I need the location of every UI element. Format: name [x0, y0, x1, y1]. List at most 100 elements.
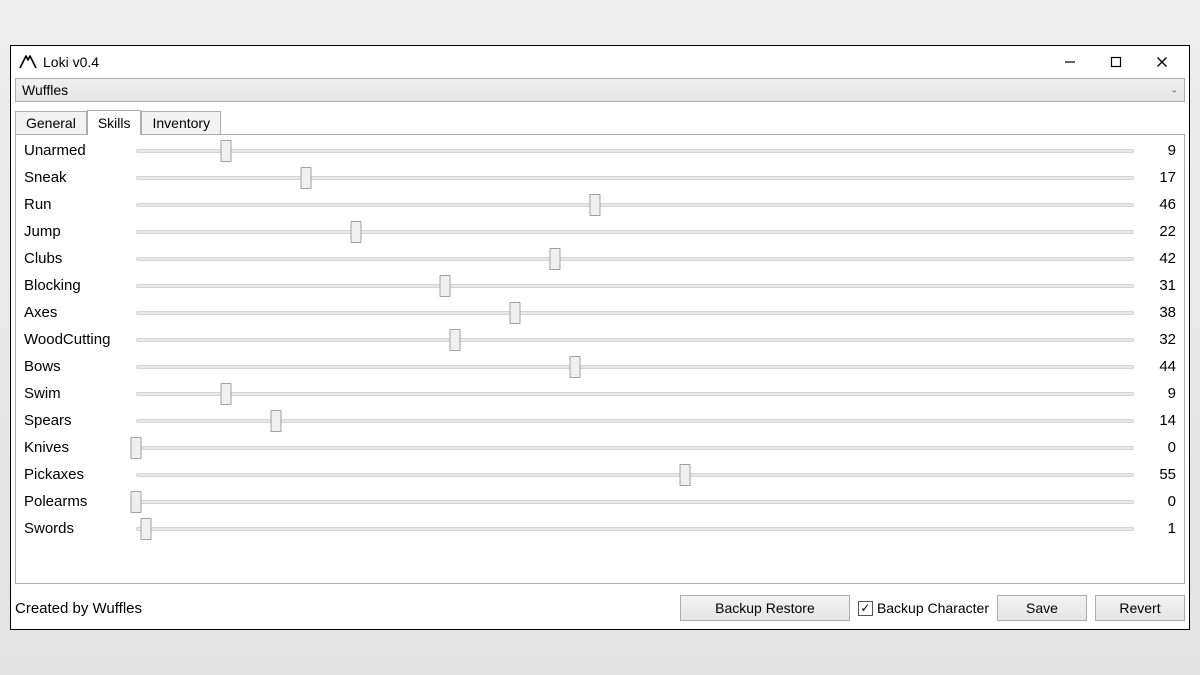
slider-thumb[interactable] — [220, 140, 231, 162]
revert-button[interactable]: Revert — [1095, 595, 1185, 621]
slider-thumb[interactable] — [550, 248, 561, 270]
skill-label: Unarmed — [24, 142, 128, 159]
backup-character-checkbox[interactable]: ✓ — [858, 601, 873, 616]
slider-track — [136, 338, 1134, 342]
skill-slider[interactable] — [136, 412, 1134, 430]
skill-label: Swim — [24, 385, 128, 402]
app-icon — [19, 53, 37, 71]
app-window: Loki v0.4 Wuffles ⌄ General Skills Inven… — [10, 45, 1190, 630]
slider-thumb[interactable] — [131, 491, 142, 513]
skill-label: Axes — [24, 304, 128, 321]
slider-thumb[interactable] — [350, 221, 361, 243]
skill-row: Blocking31 — [24, 272, 1176, 299]
minimize-button[interactable] — [1047, 48, 1093, 76]
slider-thumb[interactable] — [300, 167, 311, 189]
skill-slider[interactable] — [136, 520, 1134, 538]
skill-value: 17 — [1142, 169, 1176, 186]
slider-thumb[interactable] — [590, 194, 601, 216]
slider-thumb[interactable] — [270, 410, 281, 432]
skill-value: 9 — [1142, 385, 1176, 402]
skill-label: Knives — [24, 439, 128, 456]
skill-slider[interactable] — [136, 466, 1134, 484]
footer-bar: Created by Wuffles Backup Restore ✓ Back… — [15, 593, 1185, 623]
backup-character-checkbox-wrap[interactable]: ✓ Backup Character — [858, 600, 989, 616]
skill-row: Jump 22 — [24, 218, 1176, 245]
slider-track — [136, 365, 1134, 369]
character-select[interactable]: Wuffles ⌄ — [15, 78, 1185, 102]
skill-value: 32 — [1142, 331, 1176, 348]
slider-thumb[interactable] — [679, 464, 690, 486]
skill-slider[interactable] — [136, 223, 1134, 241]
slider-track — [136, 149, 1134, 153]
button-label: Save — [1026, 600, 1058, 616]
skill-slider[interactable] — [136, 493, 1134, 511]
skill-row: Unarmed9 — [24, 137, 1176, 164]
skill-label: Polearms — [24, 493, 128, 510]
slider-thumb[interactable] — [450, 329, 461, 351]
save-button[interactable]: Save — [997, 595, 1087, 621]
skill-label: Pickaxes — [24, 466, 128, 483]
skill-slider[interactable] — [136, 331, 1134, 349]
skill-slider[interactable] — [136, 196, 1134, 214]
slider-thumb[interactable] — [440, 275, 451, 297]
slider-thumb[interactable] — [131, 437, 142, 459]
tab-label: Skills — [98, 115, 131, 131]
credit-label: Created by Wuffles — [15, 600, 142, 617]
skill-row: Pickaxes 55 — [24, 461, 1176, 488]
character-select-value: Wuffles — [22, 82, 68, 98]
skill-value: 38 — [1142, 304, 1176, 321]
skill-label: Swords — [24, 520, 128, 537]
skill-row: Polearms 0 — [24, 488, 1176, 515]
tab-inventory[interactable]: Inventory — [141, 111, 221, 134]
skill-slider[interactable] — [136, 142, 1134, 160]
skill-row: WoodCutting 32 — [24, 326, 1176, 353]
skill-row: Knives 0 — [24, 434, 1176, 461]
button-label: Backup Restore — [715, 600, 815, 616]
backup-character-label: Backup Character — [877, 600, 989, 616]
slider-track — [136, 500, 1134, 504]
skill-value: 22 — [1142, 223, 1176, 240]
skill-slider[interactable] — [136, 439, 1134, 457]
skill-value: 55 — [1142, 466, 1176, 483]
backup-restore-button[interactable]: Backup Restore — [680, 595, 850, 621]
slider-track — [136, 284, 1134, 288]
skill-label: Jump — [24, 223, 128, 240]
skill-row: Axes 38 — [24, 299, 1176, 326]
skill-slider[interactable] — [136, 304, 1134, 322]
slider-track — [136, 311, 1134, 315]
slider-track — [136, 257, 1134, 261]
skill-value: 42 — [1142, 250, 1176, 267]
skill-row: Sneak17 — [24, 164, 1176, 191]
maximize-button[interactable] — [1093, 48, 1139, 76]
tab-label: General — [26, 115, 76, 131]
skill-row: Clubs 42 — [24, 245, 1176, 272]
skill-slider[interactable] — [136, 385, 1134, 403]
slider-thumb[interactable] — [570, 356, 581, 378]
skill-label: Blocking — [24, 277, 128, 294]
skill-slider[interactable] — [136, 250, 1134, 268]
tab-general[interactable]: General — [15, 111, 87, 134]
slider-track — [136, 392, 1134, 396]
slider-thumb[interactable] — [140, 518, 151, 540]
skill-slider[interactable] — [136, 169, 1134, 187]
close-button[interactable] — [1139, 48, 1185, 76]
tab-strip: General Skills Inventory — [11, 108, 1189, 134]
skill-value: 0 — [1142, 439, 1176, 456]
button-label: Revert — [1119, 600, 1160, 616]
skill-label: WoodCutting — [24, 331, 128, 348]
skill-slider[interactable] — [136, 277, 1134, 295]
skill-row: Spears 14 — [24, 407, 1176, 434]
skill-slider[interactable] — [136, 358, 1134, 376]
skill-row: Swim 9 — [24, 380, 1176, 407]
slider-track — [136, 473, 1134, 477]
skill-label: Spears — [24, 412, 128, 429]
skill-label: Bows — [24, 358, 128, 375]
slider-thumb[interactable] — [220, 383, 231, 405]
skill-value: 0 — [1142, 493, 1176, 510]
skill-label: Clubs — [24, 250, 128, 267]
tab-skills[interactable]: Skills — [87, 110, 142, 135]
skill-value: 14 — [1142, 412, 1176, 429]
skill-value: 1 — [1142, 520, 1176, 537]
slider-thumb[interactable] — [510, 302, 521, 324]
skill-row: Bows44 — [24, 353, 1176, 380]
